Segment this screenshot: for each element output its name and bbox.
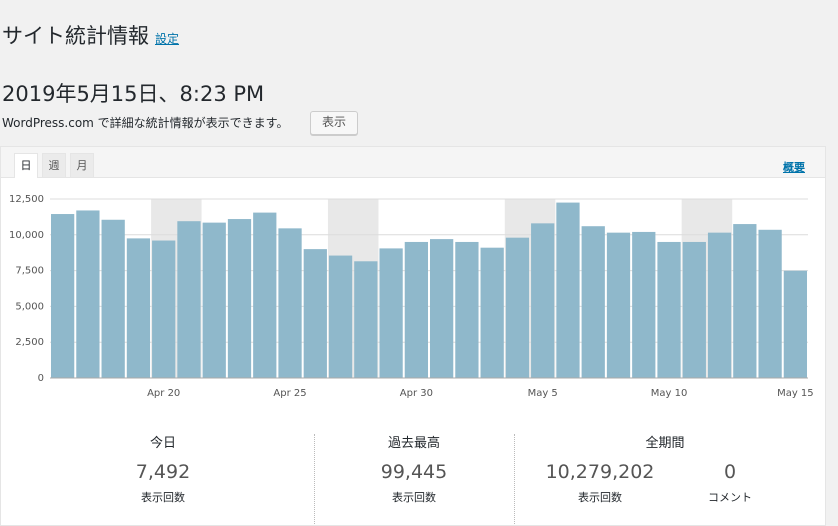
stat-best-value: 99,445 — [380, 461, 448, 483]
bar[interactable] — [126, 238, 151, 378]
x-tick-label: May 15 — [777, 388, 814, 399]
stat-all-time: 全期間 10,279,202 表示回数 0 コメント — [515, 432, 815, 511]
bar[interactable] — [51, 214, 75, 378]
stats-divider-2 — [514, 434, 515, 524]
bar[interactable] — [430, 239, 454, 378]
bar[interactable] — [76, 210, 100, 378]
bar[interactable] — [581, 226, 605, 378]
stat-today: 今日 7,492 表示回数 — [63, 432, 263, 505]
bar[interactable] — [682, 241, 706, 378]
bar[interactable] — [303, 249, 327, 378]
x-tick-label: Apr 30 — [400, 388, 433, 399]
stat-all-time-comments-sub: コメント — [708, 491, 752, 504]
bar[interactable] — [556, 202, 580, 378]
bar[interactable] — [632, 231, 656, 378]
bar[interactable] — [177, 221, 201, 378]
bar[interactable] — [531, 223, 555, 378]
stat-best-label: 過去最高 — [387, 436, 440, 451]
y-tick-label: 10,000 — [9, 230, 44, 241]
y-tick-label: 12,500 — [9, 194, 44, 205]
stat-today-sub: 表示回数 — [141, 491, 185, 504]
bar[interactable] — [733, 224, 757, 378]
bar[interactable] — [227, 219, 252, 378]
y-tick-label: 7,500 — [15, 266, 44, 277]
stat-best-sub: 表示回数 — [392, 491, 436, 504]
bar[interactable] — [606, 232, 631, 378]
stat-all-time-views: 10,279,202 — [545, 461, 655, 483]
bar[interactable] — [480, 247, 504, 378]
bar[interactable] — [354, 261, 378, 378]
stat-all-time-comments: 0 — [723, 461, 737, 483]
bar[interactable] — [379, 248, 403, 378]
bar[interactable] — [404, 241, 428, 378]
views-bar-chart: 0 2,500 5,000 7,500 10,000 12,500 Apr 20 Apr 25… — [9, 194, 814, 399]
stats-divider-1 — [314, 434, 315, 524]
x-tick-label: May 5 — [528, 388, 558, 399]
x-tick-label: Apr 25 — [273, 388, 306, 399]
stat-today-label: 今日 — [149, 436, 176, 451]
x-tick-label: Apr 20 — [147, 388, 180, 399]
x-tick-label: May 10 — [651, 388, 688, 399]
bar[interactable] — [783, 270, 807, 378]
bar[interactable] — [278, 228, 302, 378]
stats-summary: 今日 7,492 表示回数 過去最高 99,445 表示回数 全期間 10,27… — [0, 432, 838, 522]
bar[interactable] — [758, 229, 782, 378]
stat-today-value: 7,492 — [135, 461, 191, 483]
bar[interactable] — [152, 240, 176, 378]
bar[interactable] — [328, 255, 353, 378]
bar[interactable] — [101, 219, 125, 378]
bar[interactable] — [505, 237, 530, 378]
bar[interactable] — [455, 241, 479, 378]
stat-all-time-label: 全期間 — [645, 436, 685, 451]
bar[interactable] — [657, 241, 681, 378]
y-tick-label: 5,000 — [15, 301, 44, 312]
y-tick-label: 0 — [38, 373, 44, 384]
bar[interactable] — [202, 222, 226, 378]
stat-best: 過去最高 99,445 表示回数 — [314, 432, 514, 505]
bar[interactable] — [707, 232, 732, 378]
stat-all-time-views-sub: 表示回数 — [578, 491, 622, 504]
y-tick-label: 2,500 — [15, 337, 44, 348]
bar[interactable] — [253, 212, 277, 378]
